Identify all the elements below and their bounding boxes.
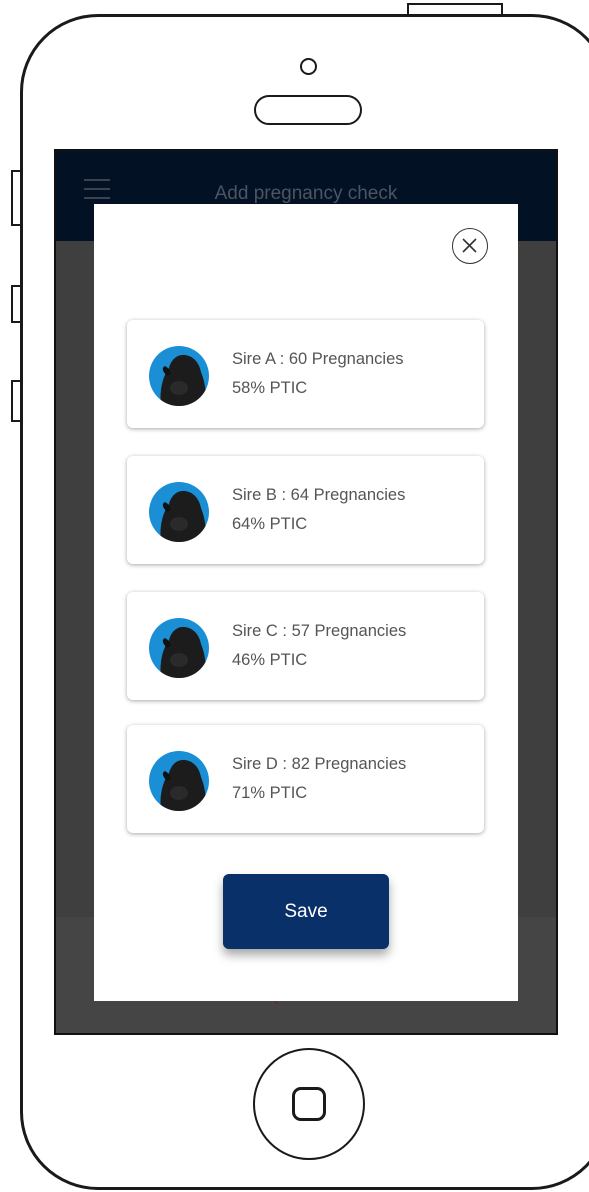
sire-ptic: 71% PTIC — [232, 784, 308, 802]
sire-ptic: 46% PTIC — [232, 651, 308, 669]
earpiece-speaker — [254, 95, 362, 125]
sire-card-c[interactable]: Sire C : 57 Pregnancies 46% PTIC — [127, 592, 484, 700]
sire-ptic: 58% PTIC — [232, 379, 308, 397]
bull-avatar-icon — [149, 482, 209, 542]
sire-card-b[interactable]: Sire B : 64 Pregnancies 64% PTIC — [127, 456, 484, 564]
sire-title: Sire B : 64 Pregnancies — [232, 486, 406, 504]
save-button[interactable]: Save — [223, 874, 389, 949]
bull-avatar-icon — [149, 751, 209, 811]
sire-title: Sire C : 57 Pregnancies — [232, 622, 407, 640]
close-icon[interactable] — [452, 228, 488, 264]
front-camera — [300, 58, 317, 75]
sire-card-d[interactable]: Sire D : 82 Pregnancies 71% PTIC — [127, 725, 484, 833]
page-title: Add pregnancy check — [214, 183, 398, 204]
bull-avatar-icon — [149, 618, 209, 678]
sire-card-a[interactable]: Sire A : 60 Pregnancies 58% PTIC — [127, 320, 484, 428]
home-button-icon — [292, 1087, 326, 1121]
sire-title: Sire A : 60 Pregnancies — [232, 350, 404, 368]
sire-selection-modal: Sire A : 60 Pregnancies 58% PTIC Sire B … — [94, 204, 518, 1001]
sire-title: Sire D : 82 Pregnancies — [232, 755, 407, 773]
bull-avatar-icon — [149, 346, 209, 406]
sire-ptic: 64% PTIC — [232, 515, 308, 533]
